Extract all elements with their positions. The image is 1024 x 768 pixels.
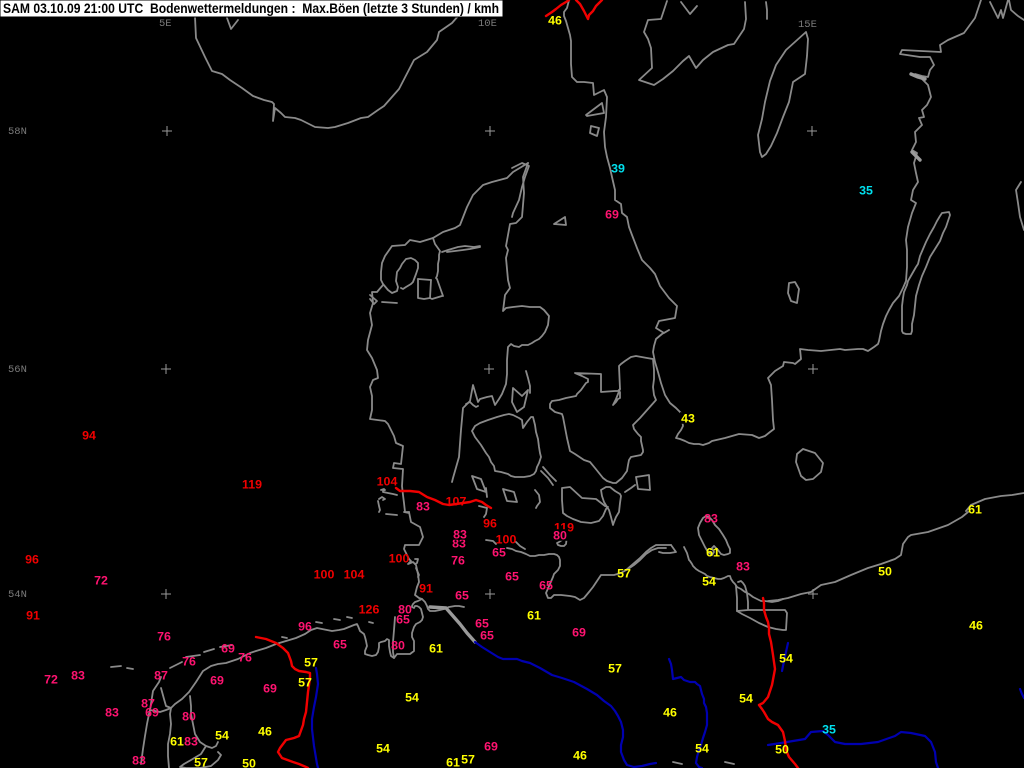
svg-text:57: 57 [304,655,318,669]
svg-text:57: 57 [461,752,475,766]
svg-text:69: 69 [572,625,586,639]
svg-text:46: 46 [548,13,562,27]
svg-text:46: 46 [258,724,272,738]
svg-text:46: 46 [663,705,677,719]
svg-text:72: 72 [44,672,58,686]
svg-text:83: 83 [704,511,718,525]
svg-text:96: 96 [483,516,497,530]
svg-text:83: 83 [71,668,85,682]
svg-text:65: 65 [396,612,410,626]
svg-text:83: 83 [105,705,119,719]
svg-text:94: 94 [82,428,96,442]
svg-text:54: 54 [739,691,753,705]
svg-text:35: 35 [822,722,836,736]
svg-text:87: 87 [154,668,168,682]
svg-text:104: 104 [377,474,398,488]
svg-text:83: 83 [453,527,467,541]
svg-text:57: 57 [608,661,622,675]
svg-text:80: 80 [182,709,196,723]
svg-text:107: 107 [446,494,467,508]
svg-text:100: 100 [389,551,410,565]
svg-text:10E: 10E [478,18,497,30]
svg-text:119: 119 [242,477,262,491]
svg-text:91: 91 [419,581,433,595]
svg-text:61: 61 [527,608,541,622]
svg-text:57: 57 [617,566,631,580]
svg-text:46: 46 [573,748,587,762]
svg-text:104: 104 [344,567,365,581]
svg-text:83: 83 [416,499,430,513]
svg-text:69: 69 [210,673,224,687]
svg-text:65: 65 [333,637,347,651]
svg-text:65: 65 [492,545,506,559]
svg-text:46: 46 [969,618,983,632]
svg-text:65: 65 [539,578,553,592]
svg-text:54: 54 [376,741,390,755]
svg-text:76: 76 [157,629,171,643]
svg-text:96: 96 [25,552,39,566]
svg-text:69: 69 [145,705,159,719]
svg-text:57: 57 [194,755,208,768]
svg-text:126: 126 [359,602,380,616]
svg-text:56N: 56N [8,364,27,376]
svg-text:69: 69 [484,739,498,753]
svg-text:50: 50 [242,756,256,768]
svg-text:54: 54 [779,651,793,665]
svg-text:58N: 58N [8,126,27,138]
svg-text:65: 65 [505,569,519,583]
svg-text:80: 80 [553,528,567,542]
svg-text:61: 61 [968,502,982,516]
svg-text:76: 76 [182,654,196,668]
svg-text:76: 76 [238,650,252,664]
svg-text:83: 83 [736,559,750,573]
svg-text:43: 43 [681,411,695,425]
svg-text:SAM 03.10.09 21:00 UTC Bodenw: SAM 03.10.09 21:00 UTC Bodenwettermeldun… [3,1,499,16]
svg-text:61: 61 [429,641,443,655]
svg-text:54: 54 [215,728,229,742]
svg-text:15E: 15E [798,19,817,31]
svg-text:5E: 5E [159,18,172,30]
svg-text:54: 54 [405,690,419,704]
svg-text:69: 69 [263,681,277,695]
svg-text:83: 83 [132,753,146,767]
svg-text:83: 83 [184,734,198,748]
svg-text:54: 54 [702,574,716,588]
svg-text:54: 54 [695,741,709,755]
svg-text:96: 96 [298,619,312,633]
svg-text:57: 57 [298,675,312,689]
svg-text:65: 65 [455,588,469,602]
svg-text:72: 72 [94,573,108,587]
svg-text:80: 80 [391,638,405,652]
svg-text:69: 69 [221,641,235,655]
svg-text:61: 61 [170,734,184,748]
svg-text:54N: 54N [8,589,27,601]
svg-text:100: 100 [496,532,517,546]
svg-text:61: 61 [706,545,720,559]
svg-text:50: 50 [775,742,789,756]
svg-text:91: 91 [26,608,40,622]
svg-text:39: 39 [611,161,625,175]
svg-text:76: 76 [451,553,465,567]
svg-text:61: 61 [446,755,460,768]
svg-text:35: 35 [859,183,873,197]
svg-text:69: 69 [605,207,619,221]
svg-text:100: 100 [314,567,335,581]
svg-text:65: 65 [480,628,494,642]
svg-text:50: 50 [878,564,892,578]
